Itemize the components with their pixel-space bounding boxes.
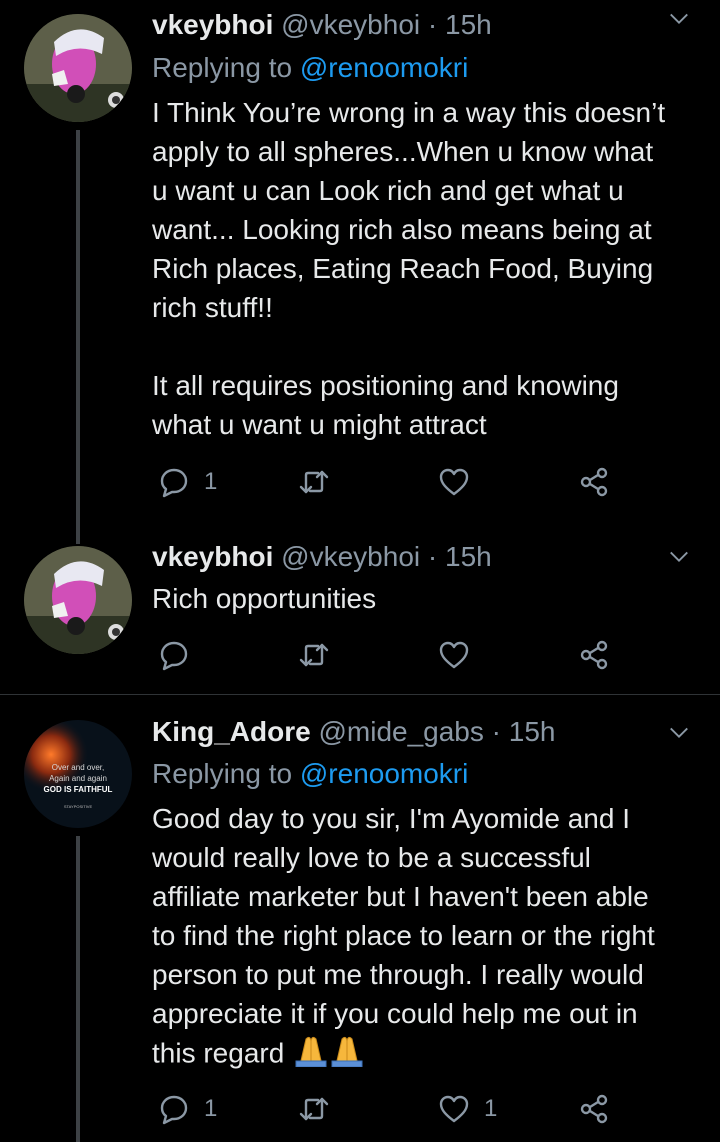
chevron-down-icon[interactable] (668, 722, 690, 744)
tweet-2[interactable]: vkeybhoi @vkeybhoi · 15h Rich opportunit… (0, 530, 720, 694)
reply-count: 1 (204, 468, 218, 495)
reply-button[interactable]: 1 (158, 462, 217, 502)
avatar-text-3: GOD IS FAITHFUL (44, 785, 113, 794)
tweet-header: vkeybhoi @vkeybhoi · 15h (152, 540, 660, 574)
tweet-text: Rich opportunities (152, 583, 377, 614)
tweet-text-container: Good day to you sir, I'm Ayomide and I w… (152, 799, 702, 1077)
retweet-button[interactable] (298, 635, 344, 675)
avatar[interactable] (24, 546, 132, 654)
display-name[interactable]: King_Adore (152, 716, 311, 747)
action-bar: 1 1 (152, 1089, 622, 1129)
mention-link[interactable]: @renoomokri (300, 52, 468, 83)
tweet-3[interactable]: Over and over, Again and again GOD IS FA… (0, 695, 720, 1142)
share-icon (580, 640, 608, 670)
action-bar: 1 (152, 462, 622, 502)
avatar[interactable] (24, 14, 132, 122)
handle[interactable]: @vkeybhoi (281, 541, 420, 572)
share-icon (580, 467, 608, 497)
reply-icon (160, 468, 188, 498)
share-button[interactable] (578, 462, 610, 502)
replying-to-label: Replying to (152, 52, 300, 83)
timestamp[interactable]: · 15h (428, 541, 492, 572)
timestamp[interactable]: · 15h (428, 9, 492, 40)
share-icon (580, 1094, 608, 1124)
replying-to-label: Replying to (152, 758, 300, 789)
display-name[interactable]: vkeybhoi (152, 541, 273, 572)
tweet-header: vkeybhoi @vkeybhoi · 15h (152, 8, 660, 42)
thread-line (76, 836, 80, 1142)
share-button[interactable] (578, 1089, 610, 1129)
reply-icon (160, 1095, 188, 1125)
tweet-header: King_Adore @mide_gabs · 15h (152, 715, 660, 749)
retweet-icon (299, 1097, 329, 1121)
share-button[interactable] (578, 635, 610, 675)
avatar-text-2: Again and again (49, 774, 107, 783)
like-button[interactable] (438, 635, 484, 675)
retweet-button[interactable] (298, 462, 344, 502)
folded-hands-emoji (292, 1033, 366, 1077)
like-button[interactable] (438, 462, 484, 502)
like-button[interactable]: 1 (438, 1089, 497, 1129)
reply-button[interactable]: 1 (158, 1089, 217, 1129)
avatar-text-1: Over and over, (52, 763, 104, 772)
reply-count: 1 (204, 1095, 218, 1122)
tweet-text: I Think You’re wrong in a way this doesn… (152, 97, 666, 440)
chevron-down-icon[interactable] (668, 8, 690, 30)
retweet-icon (299, 643, 329, 667)
thread-line (76, 530, 80, 544)
retweet-icon (299, 470, 329, 494)
like-icon (439, 641, 469, 669)
reply-icon (160, 641, 188, 671)
display-name[interactable]: vkeybhoi (152, 9, 273, 40)
retweet-button[interactable] (298, 1089, 344, 1129)
avatar[interactable]: Over and over, Again and again GOD IS FA… (24, 720, 132, 828)
replying-to: Replying to @renoomokri (152, 757, 468, 791)
mention-link[interactable]: @renoomokri (300, 758, 468, 789)
handle[interactable]: @vkeybhoi (281, 9, 420, 40)
like-icon (439, 468, 469, 496)
tweet-1[interactable]: vkeybhoi @vkeybhoi · 15h Replying to @re… (0, 0, 720, 530)
timestamp[interactable]: · 15h (492, 716, 556, 747)
avatar-text-4: STAYPOSITIVE (64, 804, 93, 809)
chevron-down-icon[interactable] (668, 546, 690, 568)
tweet-text: Good day to you sir, I'm Ayomide and I w… (152, 803, 655, 1069)
handle[interactable]: @mide_gabs (318, 716, 483, 747)
reply-button[interactable] (158, 635, 204, 675)
like-icon (439, 1095, 469, 1123)
replying-to: Replying to @renoomokri (152, 51, 468, 85)
like-count: 1 (484, 1095, 498, 1122)
thread-line (76, 130, 80, 530)
action-bar (152, 635, 622, 675)
